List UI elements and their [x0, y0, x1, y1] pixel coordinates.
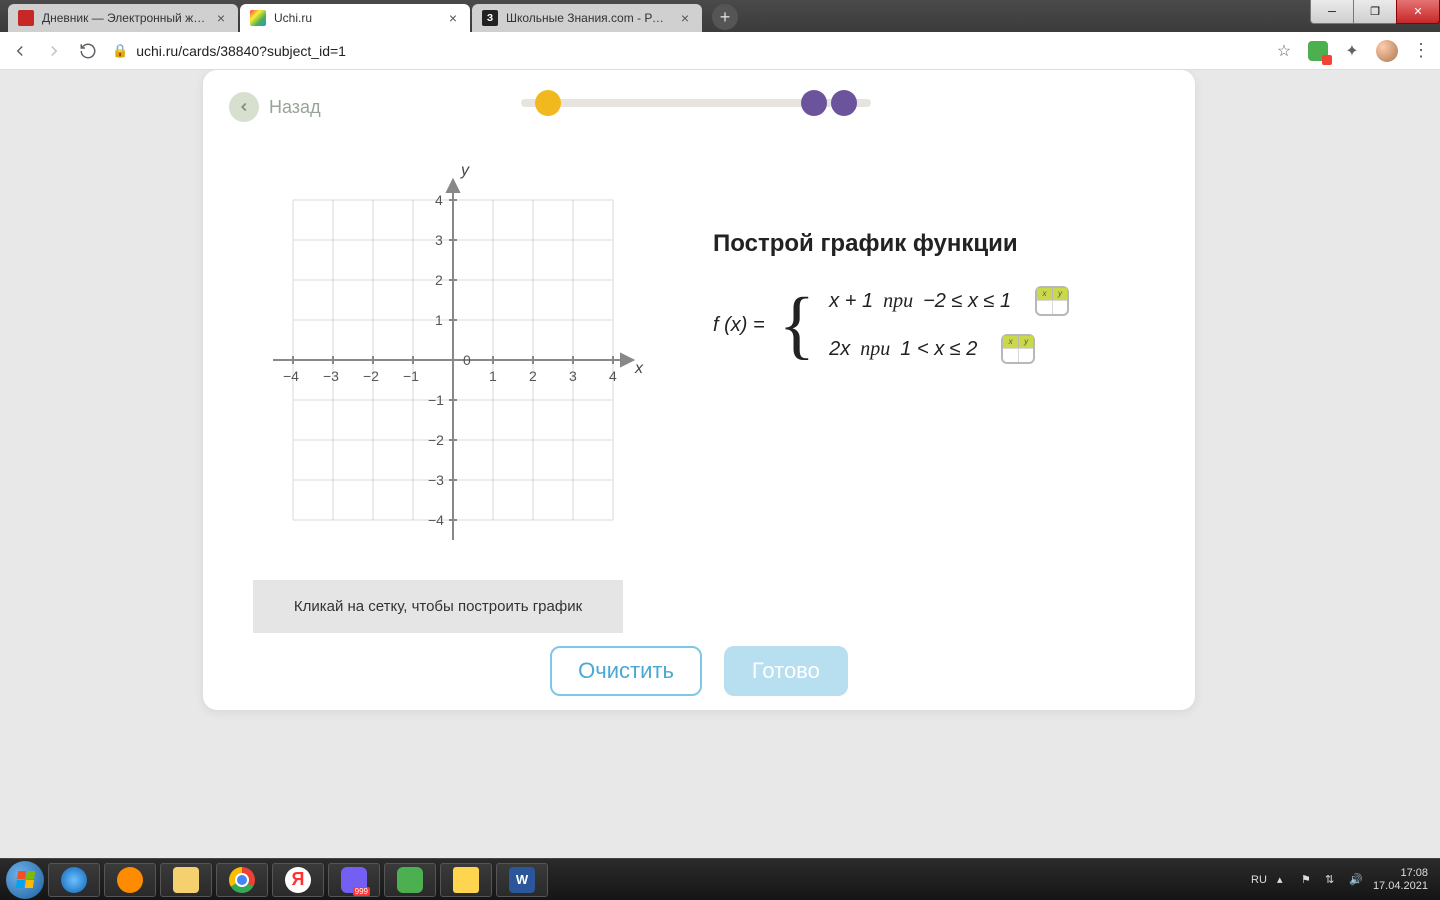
tick-y: 1: [435, 312, 443, 328]
back-button[interactable]: [229, 92, 259, 122]
taskbar-item-yandex[interactable]: Я: [272, 863, 324, 897]
close-icon[interactable]: ×: [678, 11, 692, 25]
taskbar-item-word[interactable]: W: [496, 863, 548, 897]
nav-forward-button[interactable]: [44, 41, 64, 61]
nav-back-button[interactable]: [10, 41, 30, 61]
taskbar-item-app[interactable]: [384, 863, 436, 897]
progress-dot[interactable]: [801, 90, 827, 116]
extension-shield-icon[interactable]: [1308, 41, 1328, 61]
origin-label: 0: [463, 352, 471, 368]
window-close-button[interactable]: ✕: [1396, 0, 1440, 24]
system-tray: RU ▴ ⚑ ⇅ 🔊 17:08 17.04.2021: [1251, 867, 1434, 893]
tray-volume-icon[interactable]: 🔊: [1349, 873, 1363, 887]
windows-taskbar: Я 999 W RU ▴ ⚑ ⇅ 🔊 17:08 17.04.2021: [0, 858, 1440, 900]
tab-uchi[interactable]: Uchi.ru ×: [240, 4, 470, 32]
browser-toolbar: 🔒 uchi.ru/cards/38840?subject_id=1 ☆ ✦ ⋮: [0, 32, 1440, 70]
piece-row: 2x при 1 < x ≤ 2 xy: [829, 334, 1069, 364]
function-label: f (x) =: [713, 314, 765, 337]
tray-show-hidden-icon[interactable]: ▴: [1277, 873, 1291, 887]
taskbar-item-viber[interactable]: 999: [328, 863, 380, 897]
close-icon[interactable]: ×: [214, 11, 228, 25]
piece-expr: 2x: [829, 338, 850, 361]
done-button[interactable]: Готово: [724, 646, 848, 696]
tick-y: 2: [435, 272, 443, 288]
x-axis-label: x: [635, 360, 643, 378]
piece-cond: −2 ≤ x ≤ 1: [923, 290, 1011, 313]
new-tab-button[interactable]: +: [712, 4, 738, 30]
favicon-icon: [250, 10, 266, 26]
piece-cond: 1 < x ≤ 2: [900, 338, 977, 361]
tray-language[interactable]: RU: [1251, 874, 1267, 886]
back-label: Назад: [269, 97, 321, 118]
task-title: Построй график функции: [713, 230, 1145, 258]
taskbar-item-ie[interactable]: [48, 863, 100, 897]
function-definition: f (x) = { x + 1 при −2 ≤ x ≤ 1 xy: [713, 286, 1145, 364]
tick-x: −4: [283, 368, 299, 384]
hint-box: Кликай на сетку, чтобы построить график: [253, 580, 623, 633]
piece-pri: при: [860, 338, 890, 361]
tick-y: −3: [428, 472, 444, 488]
exercise-card: Назад: [203, 70, 1195, 710]
tick-x: 2: [529, 368, 537, 384]
piece-row: x + 1 при −2 ≤ x ≤ 1 xy: [829, 286, 1069, 316]
tray-clock[interactable]: 17:08 17.04.2021: [1373, 867, 1428, 893]
taskbar-item-media[interactable]: [104, 863, 156, 897]
tray-network-icon[interactable]: ⇅: [1325, 873, 1339, 887]
tick-y: −2: [428, 432, 444, 448]
browser-tab-strip: Дневник — Электронный журн × Uchi.ru × З…: [0, 0, 1440, 32]
piece-pri: при: [883, 290, 913, 313]
tick-x: 1: [489, 368, 497, 384]
taskbar-item-chrome[interactable]: [216, 863, 268, 897]
tick-x: −3: [323, 368, 339, 384]
tab-title: Дневник — Электронный журн: [42, 11, 206, 25]
favicon-icon: [18, 10, 34, 26]
y-axis-label: y: [461, 162, 469, 180]
tick-y: −4: [428, 512, 444, 528]
start-button[interactable]: [6, 861, 44, 899]
table-tool-button[interactable]: xy: [1001, 334, 1035, 364]
tick-x: −2: [363, 368, 379, 384]
favicon-icon: З: [482, 10, 498, 26]
profile-avatar[interactable]: [1376, 40, 1398, 62]
tab-znanija[interactable]: З Школьные Знания.com - Решае ×: [472, 4, 702, 32]
window-minimize-button[interactable]: ─: [1310, 0, 1354, 24]
tab-title: Uchi.ru: [274, 11, 438, 25]
extensions-puzzle-icon[interactable]: ✦: [1342, 41, 1362, 61]
tab-title: Школьные Знания.com - Решае: [506, 11, 670, 25]
window-controls: ─ ❐ ✕: [1311, 0, 1440, 28]
progress-dot-current[interactable]: [535, 90, 561, 116]
url-text: uchi.ru/cards/38840?subject_id=1: [136, 43, 346, 59]
coordinate-grid[interactable]: y x 0 −4 −3 −2 −1 1 2 3 4 4 3 2 1: [263, 170, 643, 550]
taskbar-item-notes[interactable]: [440, 863, 492, 897]
page-body: Назад: [0, 70, 1440, 858]
table-tool-button[interactable]: xy: [1035, 286, 1069, 316]
tick-x: 3: [569, 368, 577, 384]
tray-flag-icon[interactable]: ⚑: [1301, 873, 1315, 887]
address-bar[interactable]: 🔒 uchi.ru/cards/38840?subject_id=1: [112, 43, 1260, 59]
tray-date: 17.04.2021: [1373, 880, 1428, 893]
tray-time: 17:08: [1400, 867, 1428, 880]
progress-dot[interactable]: [831, 90, 857, 116]
tick-x: −1: [403, 368, 419, 384]
lock-icon: 🔒: [112, 43, 128, 59]
piece-expr: x + 1: [829, 290, 873, 313]
window-maximize-button[interactable]: ❐: [1353, 0, 1397, 24]
browser-menu-button[interactable]: ⋮: [1412, 40, 1430, 61]
bookmark-star-icon[interactable]: ☆: [1274, 41, 1294, 61]
tick-y: −1: [428, 392, 444, 408]
tab-dnevnik[interactable]: Дневник — Электронный журн ×: [8, 4, 238, 32]
tick-x: 4: [609, 368, 617, 384]
taskbar-item-explorer[interactable]: [160, 863, 212, 897]
reload-button[interactable]: [78, 41, 98, 61]
progress-bar: [521, 88, 871, 118]
clear-button[interactable]: Очистить: [550, 646, 702, 696]
brace-icon: {: [779, 295, 815, 355]
tick-y: 3: [435, 232, 443, 248]
close-icon[interactable]: ×: [446, 11, 460, 25]
tick-y: 4: [435, 192, 443, 208]
